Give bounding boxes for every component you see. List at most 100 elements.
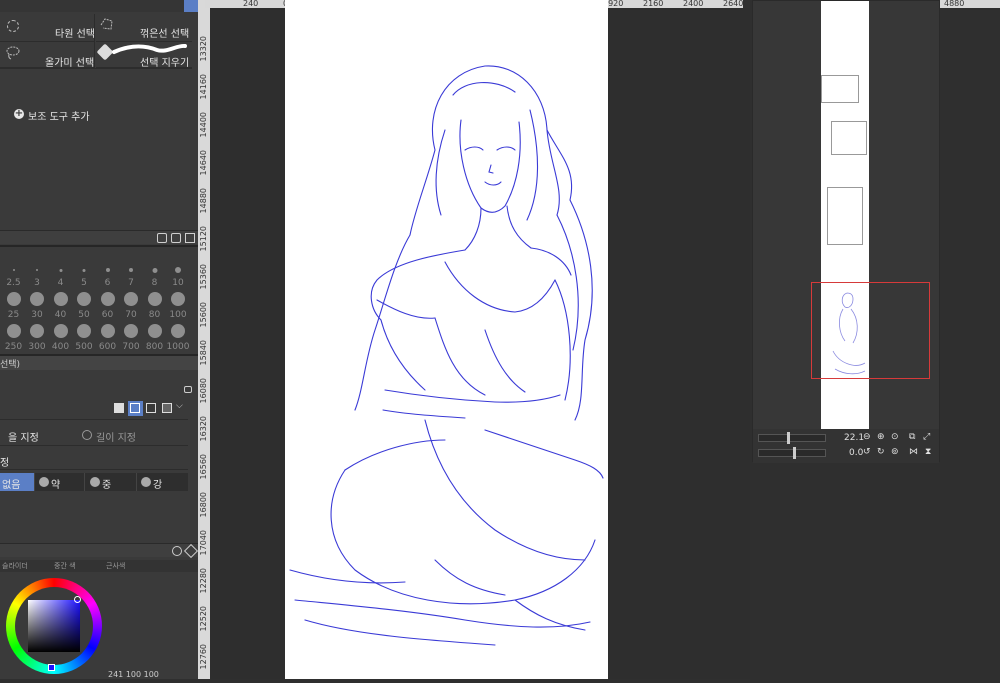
tab-intermediate-color[interactable]: 중간 색: [54, 561, 76, 571]
antialias-option-none[interactable]: 없음: [0, 473, 34, 491]
brush-size-dot: [30, 324, 44, 338]
brush-size-cell[interactable]: 50: [73, 290, 96, 320]
hue-picker-handle[interactable]: [48, 664, 55, 671]
intersect-selection-icon[interactable]: [162, 403, 172, 413]
polyline-selection-tool[interactable]: 꺾은선 선택: [96, 14, 192, 42]
size-spec-label[interactable]: 을 지정: [8, 429, 39, 444]
add-sub-tool-button[interactable]: + 보조 도구 추가: [14, 108, 124, 123]
view-selection-frame[interactable]: [811, 282, 930, 379]
brush-size-dot: [77, 292, 91, 306]
brush-size-cell[interactable]: 6: [96, 258, 119, 288]
brush-size-value: 60: [101, 310, 114, 320]
settings-icon[interactable]: [172, 546, 182, 556]
brush-size-dot: [147, 324, 162, 338]
rotate-right-icon[interactable]: ↻: [877, 447, 885, 457]
flip-vertical-icon[interactable]: ⧗: [925, 447, 931, 457]
property-footer: [0, 543, 199, 559]
brush-size-cell[interactable]: 40: [49, 290, 72, 320]
subtract-selection-icon[interactable]: [146, 403, 156, 413]
zoom-out-icon[interactable]: ⊖: [863, 432, 871, 442]
brush-size-cell[interactable]: 300: [26, 322, 49, 352]
brush-size-cell[interactable]: 100: [167, 290, 190, 320]
brush-size-dot: [124, 292, 138, 306]
ruler-tick-label: 14400: [199, 112, 208, 138]
antialias-weak-label: 약: [51, 480, 61, 491]
zoom-value: 22.1: [844, 433, 865, 443]
zoom-slider-handle[interactable]: [787, 432, 790, 444]
sv-picker-handle[interactable]: [74, 596, 81, 603]
ellipse-select-label: 타원 선택: [55, 29, 95, 40]
flip-horizontal-icon[interactable]: ⋈: [909, 447, 918, 457]
antialias-option-weak[interactable]: 약: [34, 473, 84, 491]
chevron-down-icon[interactable]: ⌵: [176, 401, 183, 411]
panel-tab-active[interactable]: [184, 0, 198, 12]
brush-size-cell[interactable]: 5: [73, 258, 96, 288]
brush-size-cell[interactable]: 800: [143, 322, 166, 352]
brush-size-cell[interactable]: 500: [73, 322, 96, 352]
antialias-option-strong[interactable]: 강: [136, 473, 188, 491]
wrench-icon[interactable]: [183, 543, 199, 559]
brush-size-cell[interactable]: 1000: [167, 322, 190, 352]
brush-size-cell[interactable]: 600: [96, 322, 119, 352]
brush-size-cell[interactable]: 2.5: [2, 258, 25, 288]
fit-window-icon[interactable]: ⤢: [923, 432, 930, 442]
brush-size-value: 50: [78, 310, 90, 320]
brush-size-cell[interactable]: 7: [120, 258, 143, 288]
new-selection-icon[interactable]: [114, 403, 124, 413]
brush-size-cell[interactable]: 700: [120, 322, 143, 352]
add-sub-tool-label: 보조 도구 추가: [28, 112, 90, 123]
preview-page-2: [831, 121, 867, 155]
rotate-left-icon[interactable]: ↺: [863, 447, 871, 457]
length-spec-label[interactable]: 길이 지정: [96, 429, 136, 444]
tab-slider[interactable]: 슬라이더: [2, 561, 28, 571]
brush-size-dot: [100, 292, 115, 306]
ruler-tick-label: 13320: [199, 36, 208, 62]
trash-icon[interactable]: [185, 233, 195, 243]
subtool-footer: [0, 230, 198, 244]
brush-size-cell[interactable]: 10: [167, 258, 190, 288]
selection-eraser-tool[interactable]: 선택 지우기: [96, 42, 192, 69]
rotation-slider[interactable]: [758, 447, 826, 459]
ruler-tick-label: 16320: [199, 416, 208, 442]
preview-page-3: [827, 187, 863, 245]
hue-ring[interactable]: [6, 578, 102, 674]
brush-size-value: 80: [148, 310, 161, 320]
brush-size-cell[interactable]: 400: [49, 322, 72, 352]
new-subtool-icon[interactable]: [171, 233, 181, 243]
lock-icon[interactable]: [184, 386, 192, 393]
right-ruler-fragment: 4880: [940, 0, 1000, 8]
brush-size-cell[interactable]: 70: [120, 290, 143, 320]
ellipse-selection-tool[interactable]: 타원 선택: [0, 14, 95, 42]
tool-property-subheader: [0, 372, 198, 394]
zoom-slider[interactable]: [758, 432, 826, 444]
brush-size-cell[interactable]: 8: [143, 258, 166, 288]
antialias-option-medium[interactable]: 중: [84, 473, 136, 491]
rotation-slider-handle[interactable]: [793, 447, 796, 459]
preview-page-1: [821, 75, 859, 103]
brush-size-cell[interactable]: 250: [2, 322, 25, 352]
lasso-select-label: 올가미 선택: [45, 58, 95, 69]
brush-size-cell[interactable]: 30: [26, 290, 49, 320]
brush-size-value: 400: [51, 342, 70, 352]
navigator-controls: 22.1 ⊖ ⊕ ⊙ ⧉ ⤢ 0.0 ↺ ↻ ⊚ ⋈ ⧗: [753, 429, 939, 463]
add-selection-icon[interactable]: [128, 401, 143, 416]
blend-row-label: 정: [0, 458, 10, 469]
fit-view-icon[interactable]: ⊙: [891, 432, 899, 442]
lasso-selection-tool[interactable]: 올가미 선택: [0, 42, 95, 69]
brush-size-cell[interactable]: 3: [26, 258, 49, 288]
copy-subtool-icon[interactable]: [157, 233, 167, 243]
brush-size-value: 4: [57, 278, 64, 288]
brush-size-cell[interactable]: 60: [96, 290, 119, 320]
ruler-tick-label: 2160: [643, 0, 664, 8]
brush-size-dot: [105, 268, 110, 272]
brush-size-cell[interactable]: 80: [143, 290, 166, 320]
zoom-in-icon[interactable]: ⊕: [877, 432, 885, 442]
saturation-value-square[interactable]: [28, 600, 80, 652]
brush-size-cell[interactable]: 25: [2, 290, 25, 320]
reset-rotation-icon[interactable]: ⊚: [891, 447, 899, 457]
brush-size-cell[interactable]: 4: [49, 258, 72, 288]
canvas-paper[interactable]: [285, 0, 608, 679]
panel-header: [0, 0, 198, 12]
actual-size-icon[interactable]: ⧉: [909, 432, 915, 442]
tab-approximate-color[interactable]: 근사색: [106, 561, 125, 571]
